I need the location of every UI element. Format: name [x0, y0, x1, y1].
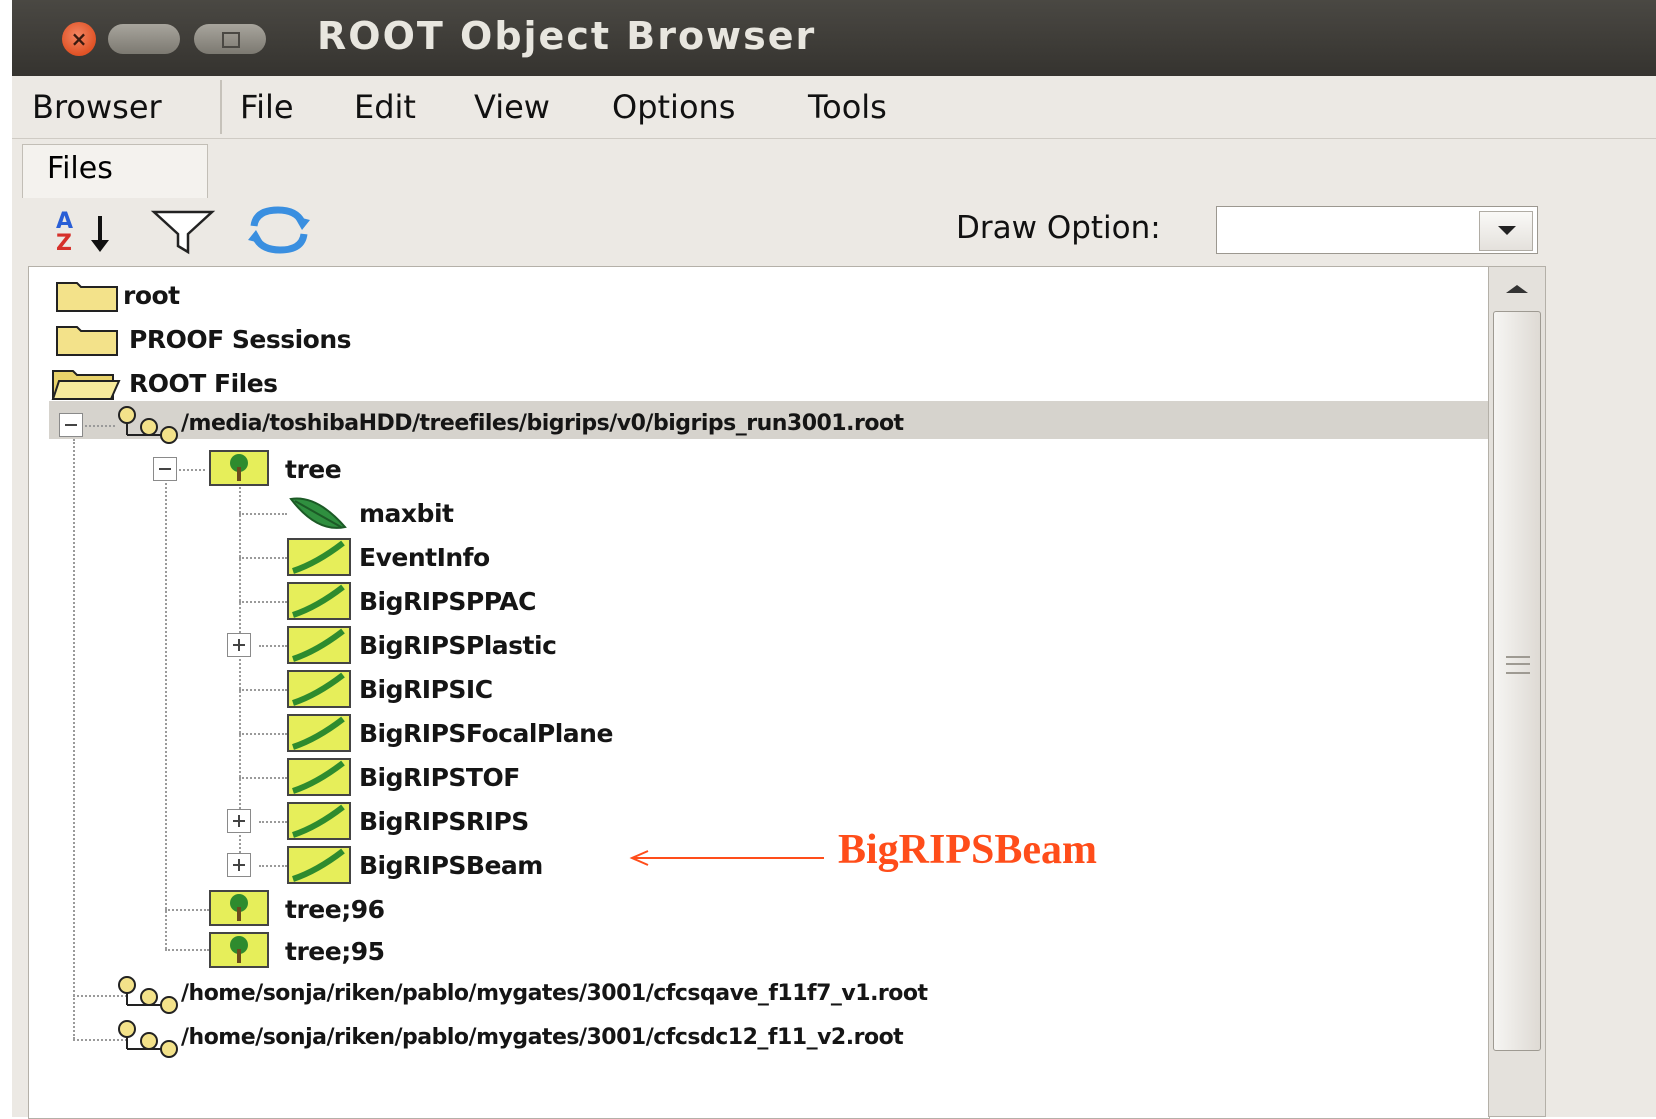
branch-icon [287, 802, 351, 840]
filter-icon[interactable] [150, 204, 216, 256]
folder-icon [56, 282, 118, 312]
file-tree: root PROOF Sessions ROOT Files /media/to… [28, 266, 1490, 1119]
root-object-browser-window: × ROOT Object Browser Browser File Edit … [12, 0, 1656, 1119]
toolbar: A Z Draw Option: [12, 198, 1656, 264]
tree-guide [239, 733, 287, 735]
close-button[interactable]: × [62, 22, 96, 56]
menu-tools[interactable]: Tools [808, 88, 887, 126]
tree-guide [239, 689, 287, 691]
branch-icon [287, 582, 351, 620]
menu-options[interactable]: Options [612, 88, 735, 126]
annotation-arrow [629, 850, 824, 866]
draw-option-input[interactable] [1217, 207, 1471, 253]
tree-guide [165, 909, 209, 911]
tree-icon [209, 932, 269, 968]
svg-text:Z: Z [56, 231, 72, 256]
chevron-down-icon [1498, 226, 1516, 235]
sort-icon[interactable]: A Z [52, 204, 122, 256]
annotation-label: BigRIPSBeam [838, 827, 1098, 873]
tree-guide [73, 439, 75, 1039]
grip-icon [1506, 656, 1530, 674]
window-title: ROOT Object Browser [317, 14, 817, 58]
menu-file[interactable]: File [240, 88, 294, 126]
branch-icon [287, 538, 351, 576]
tree-guide [239, 777, 287, 779]
chevron-up-icon [1506, 285, 1528, 293]
tree-guide [239, 513, 287, 515]
tree-guide [259, 821, 287, 823]
refresh-icon[interactable] [244, 204, 314, 256]
menu-browser[interactable]: Browser [32, 88, 162, 126]
tab-bar: Files [12, 140, 1656, 198]
tree-guide [259, 865, 287, 867]
branch-icon [287, 714, 351, 752]
folder-icon [56, 326, 118, 356]
tree-guide [239, 601, 287, 603]
draw-option-combo[interactable] [1216, 206, 1538, 254]
maximize-icon [222, 32, 240, 48]
vertical-scrollbar[interactable] [1488, 266, 1546, 1117]
tree-guide [239, 557, 287, 559]
branch-icon [287, 670, 351, 708]
branch-icon [287, 846, 351, 884]
scroll-up-button[interactable] [1489, 267, 1545, 311]
title-bar: × ROOT Object Browser [12, 0, 1656, 76]
maximize-button[interactable] [194, 24, 266, 54]
tree-guide [165, 479, 167, 949]
tree-icon [209, 450, 269, 486]
menu-view[interactable]: View [474, 88, 550, 126]
branch-icon [287, 626, 351, 664]
expand-toggle[interactable] [227, 633, 251, 657]
leaf-icon [289, 497, 347, 529]
collapse-toggle[interactable] [59, 413, 83, 437]
draw-option-label: Draw Option: [956, 210, 1161, 246]
draw-option-dropdown-button[interactable] [1479, 211, 1533, 251]
menu-edit[interactable]: Edit [354, 88, 416, 126]
scrollbar-thumb[interactable] [1493, 311, 1541, 1051]
collapse-toggle[interactable] [153, 457, 177, 481]
tab-files[interactable]: Files [22, 144, 208, 198]
open-folder-icon [51, 370, 121, 400]
close-icon: × [70, 27, 88, 51]
menu-separator [220, 80, 222, 134]
tree-guide [259, 645, 287, 647]
root-file-icon [118, 1020, 178, 1058]
tree-guide [179, 469, 205, 471]
minimize-button[interactable] [108, 24, 180, 54]
tree-guide [85, 425, 115, 427]
branch-icon [287, 758, 351, 796]
menu-bar: Browser File Edit View Options Tools [12, 76, 1656, 139]
tree-guide [165, 949, 209, 951]
root-file-icon [118, 406, 178, 444]
root-file-icon [118, 976, 178, 1014]
tree-icon [209, 890, 269, 926]
expand-toggle[interactable] [227, 853, 251, 877]
expand-toggle[interactable] [227, 809, 251, 833]
